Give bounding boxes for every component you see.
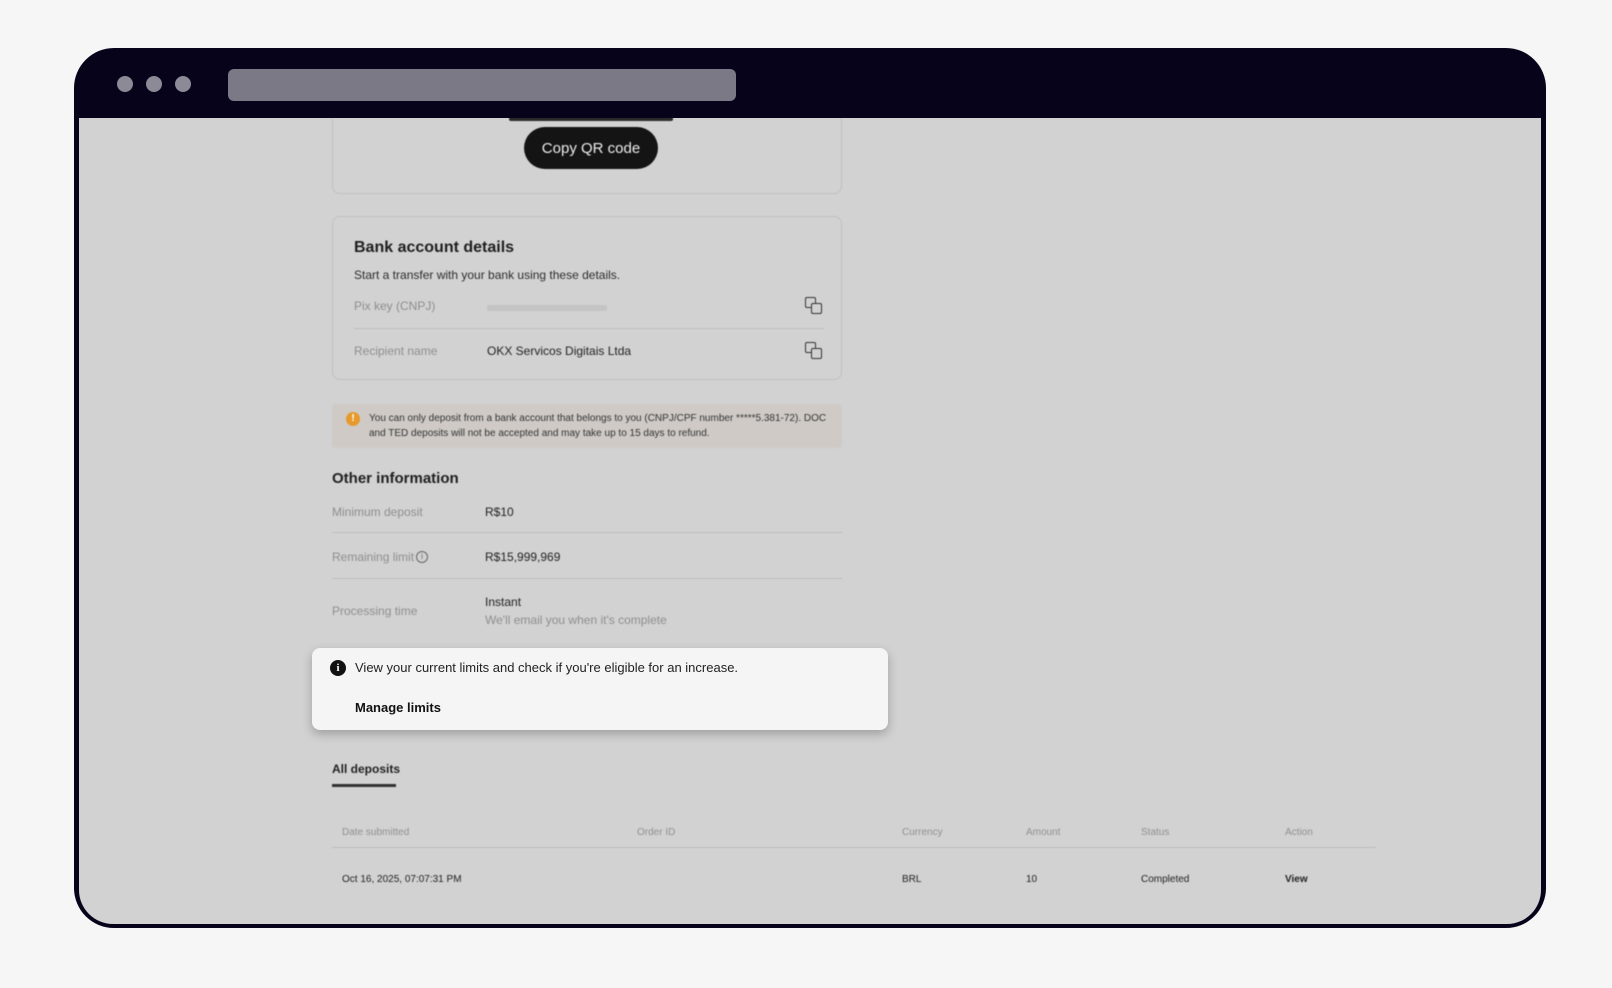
column-header-currency: Currency: [902, 827, 943, 838]
page-viewport: Copy QR code Bank account details Start …: [79, 118, 1541, 924]
column-header-amount: Amount: [1026, 827, 1061, 838]
bank-account-card: Bank account details Start a transfer wi…: [332, 216, 842, 380]
copy-pix-key-icon[interactable]: [805, 297, 825, 317]
view-deposit-link[interactable]: View: [1285, 874, 1308, 885]
info-icon: i: [330, 660, 346, 676]
cell-amount: 10: [1026, 874, 1038, 885]
minimum-deposit-label: Minimum deposit: [332, 505, 423, 519]
table-header-divider: [332, 847, 1376, 848]
column-header-date: Date submitted: [342, 827, 410, 838]
remaining-limit-value: R$15,999,969: [485, 550, 561, 564]
address-bar[interactable]: [228, 69, 736, 101]
copy-qr-code-button[interactable]: Copy QR code: [524, 127, 658, 169]
tooltip-text: View your current limits and check if yo…: [355, 660, 739, 675]
minimum-deposit-value: R$10: [485, 505, 514, 519]
warning-icon: !: [346, 412, 360, 426]
cell-status: Completed: [1141, 874, 1190, 885]
divider: [332, 532, 842, 533]
processing-time-value: Instant: [485, 595, 522, 609]
divider: [332, 578, 842, 579]
manage-limits-link[interactable]: Manage limits: [355, 700, 441, 715]
limits-tooltip: i View your current limits and check if …: [312, 648, 888, 730]
recipient-name-label: Recipient name: [354, 344, 438, 358]
qr-code-card: Copy QR code: [332, 118, 842, 194]
pix-key-label: Pix key (CNPJ): [354, 299, 436, 313]
browser-window: Copy QR code Bank account details Start …: [74, 48, 1546, 928]
column-header-status: Status: [1141, 827, 1170, 838]
processing-time-note: We'll email you when it's complete: [485, 613, 667, 627]
bank-account-title: Bank account details: [354, 239, 515, 256]
remaining-limit-info-icon[interactable]: i: [416, 551, 428, 563]
deposit-warning-banner: ! You can only deposit from a bank accou…: [332, 404, 842, 448]
window-control-minimize[interactable]: [146, 76, 162, 92]
remaining-limit-label: Remaining limit: [332, 550, 415, 564]
warning-text: You can only deposit from a bank account…: [369, 413, 827, 439]
qr-code-bottom-edge: [509, 118, 673, 121]
cell-date: Oct 16, 2025, 07:07:31 PM: [342, 874, 462, 885]
cell-currency: BRL: [902, 874, 922, 885]
recipient-name-value: OKX Servicos Digitais Ltda: [487, 344, 632, 358]
column-header-action: Action: [1285, 827, 1313, 838]
divider: [354, 328, 824, 329]
title-bar: [74, 48, 1546, 118]
copy-recipient-name-icon[interactable]: [805, 342, 825, 362]
column-header-order-id: Order ID: [637, 827, 676, 838]
window-control-maximize[interactable]: [175, 76, 191, 92]
window-control-close[interactable]: [117, 76, 133, 92]
dimmed-page-content: Copy QR code Bank account details Start …: [79, 118, 1541, 924]
processing-time-label: Processing time: [332, 604, 418, 618]
tab-all-deposits[interactable]: All deposits: [332, 762, 400, 776]
other-information-title: Other information: [332, 470, 459, 487]
active-tab-indicator: [332, 784, 396, 787]
bank-account-subtitle: Start a transfer with your bank using th…: [354, 268, 621, 282]
pix-key-value-redacted: [487, 305, 607, 311]
